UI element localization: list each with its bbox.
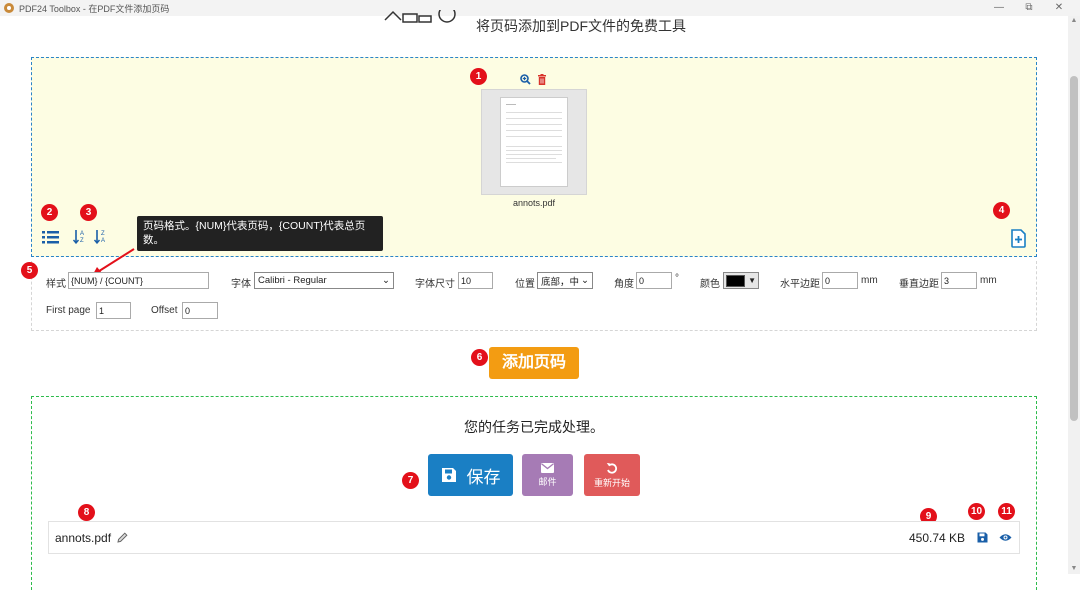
color-swatch <box>726 274 746 287</box>
marker-5: 5 <box>21 262 38 279</box>
color-label: 颜色 <box>700 279 720 290</box>
window-title: PDF24 Toolbox - 在PDF文件添加页码 <box>19 3 170 14</box>
trash-icon[interactable] <box>537 74 547 85</box>
svg-text:Z: Z <box>80 238 84 244</box>
result-filename: annots.pdf <box>55 531 112 545</box>
chevron-down-icon: ⌄ <box>382 275 390 286</box>
sort-za-icon[interactable]: Z A <box>94 229 107 244</box>
pdf-thumbnail[interactable] <box>481 89 587 195</box>
chevron-down-icon: ⌄ <box>581 275 589 286</box>
marker-10: 10 <box>968 503 985 520</box>
offset-input[interactable] <box>182 302 218 319</box>
result-filesize: 450.74 KB <box>909 531 966 545</box>
v-margin-input[interactable] <box>941 272 977 289</box>
font-size-label: 字体尺寸 <box>415 279 455 290</box>
v-margin-unit: mm <box>980 275 997 286</box>
degree-unit: ° <box>675 273 679 284</box>
font-label: 字体 <box>231 279 251 290</box>
format-tooltip: 页码格式。{NUM}代表页码，{COUNT}代表总页数。 <box>137 216 383 251</box>
floppy-disk-icon <box>441 468 456 482</box>
app-icon <box>4 3 14 13</box>
angle-input[interactable] <box>636 272 672 289</box>
font-select[interactable]: Calibri - Regular ⌄ <box>254 272 394 289</box>
pdf-page-preview <box>500 97 568 187</box>
svg-text:Z: Z <box>101 231 105 237</box>
h-margin-input[interactable] <box>822 272 858 289</box>
page-subtitle: 将页码添加到PDF文件的免费工具 <box>476 18 686 34</box>
vertical-scrollbar[interactable]: ▲ ▼ <box>1068 16 1080 574</box>
marker-6: 6 <box>471 349 488 366</box>
first-page-input[interactable] <box>96 302 131 319</box>
marker-3: 3 <box>80 204 97 221</box>
list-view-icon[interactable] <box>42 231 59 244</box>
scroll-thumb[interactable] <box>1070 76 1078 421</box>
scroll-down-icon[interactable]: ▼ <box>1068 564 1080 574</box>
add-file-icon[interactable] <box>1010 229 1027 248</box>
marker-7: 7 <box>402 472 419 489</box>
restart-button-label: 重新开始 <box>593 477 630 488</box>
position-select-value: 底部，中 <box>541 276 580 288</box>
save-icon[interactable] <box>977 532 988 543</box>
add-page-numbers-button[interactable]: 添加页码 <box>489 347 579 379</box>
email-button-label: 邮件 <box>538 476 557 487</box>
marker-11: 11 <box>998 503 1015 520</box>
page-content: 将页码添加到PDF文件的免费工具 1 annots.pdf 2 3 4 A Z … <box>0 10 1068 590</box>
zoom-in-icon[interactable] <box>520 74 531 85</box>
envelope-icon <box>541 462 554 473</box>
position-label: 位置 <box>515 279 535 290</box>
eye-icon[interactable] <box>999 533 1012 542</box>
color-picker[interactable]: ▼ <box>723 272 759 289</box>
font-select-value: Calibri - Regular <box>258 275 327 286</box>
email-button[interactable]: 邮件 <box>522 454 573 496</box>
angle-label: 角度 <box>614 279 634 290</box>
window-titlebar: PDF24 Toolbox - 在PDF文件添加页码 <box>0 0 1080 16</box>
undo-icon <box>606 462 618 474</box>
close-button[interactable]: ✕ <box>1044 0 1074 16</box>
svg-text:A: A <box>80 231 84 237</box>
font-size-input[interactable] <box>458 272 493 289</box>
offset-label: Offset <box>151 305 178 316</box>
restore-button[interactable]: ⧉ <box>1014 0 1044 16</box>
marker-8: 8 <box>78 504 95 521</box>
logo-icon <box>384 10 456 23</box>
save-button[interactable]: 保存 <box>428 454 513 496</box>
save-button-label: 保存 <box>466 467 501 487</box>
scroll-up-icon[interactable]: ▲ <box>1068 16 1080 26</box>
style-input[interactable] <box>68 272 209 289</box>
thumbnail-filename: annots.pdf <box>512 198 556 208</box>
caret-down-icon: ▼ <box>748 276 756 285</box>
restart-button[interactable]: 重新开始 <box>584 454 640 496</box>
h-margin-label: 水平边距 <box>780 279 820 290</box>
position-select[interactable]: 底部，中 ⌄ <box>537 272 593 289</box>
pencil-icon[interactable] <box>117 532 128 543</box>
svg-text:A: A <box>101 238 105 244</box>
marker-2: 2 <box>41 204 58 221</box>
marker-1: 1 <box>470 68 487 85</box>
marker-4: 4 <box>993 202 1010 219</box>
result-file-row: annots.pdf 450.74 KB <box>48 521 1020 554</box>
completion-message: 您的任务已完成处理。 <box>464 419 604 435</box>
first-page-label: First page <box>46 305 91 316</box>
style-label: 样式 <box>46 279 66 290</box>
h-margin-unit: mm <box>861 275 878 286</box>
minimize-button[interactable]: — <box>984 0 1014 16</box>
sort-az-icon[interactable]: A Z <box>73 229 86 244</box>
v-margin-label: 垂直边距 <box>899 279 939 290</box>
